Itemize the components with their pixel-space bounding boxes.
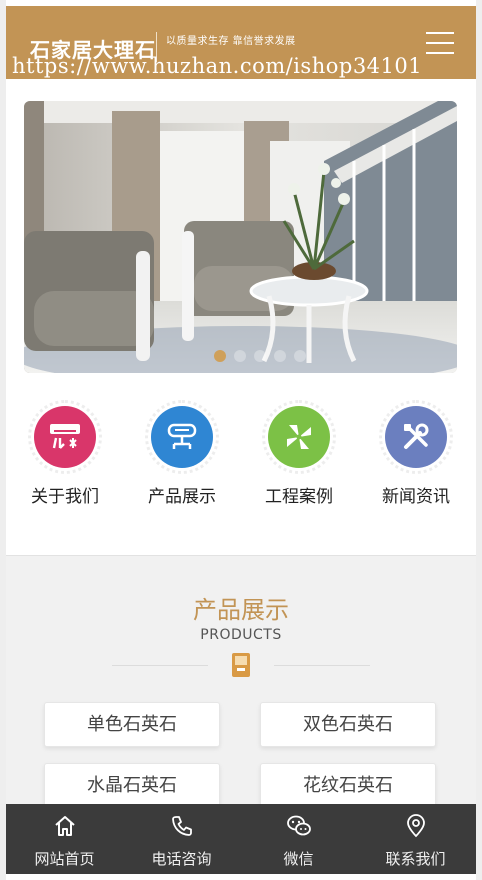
home-icon xyxy=(6,814,123,840)
quick-nav-label: 工程案例 xyxy=(265,487,333,507)
title-line-right xyxy=(274,665,370,666)
title-line-left xyxy=(112,665,208,666)
banner-image xyxy=(24,101,457,373)
slider-dots xyxy=(214,350,306,362)
quick-nav-cases[interactable]: 工程案例 xyxy=(240,400,358,507)
wechat-icon xyxy=(240,814,357,840)
pinwheel-icon xyxy=(262,400,336,474)
location-icon xyxy=(357,814,474,840)
site-slogan: 以质量求生存 靠信誉求发展 xyxy=(166,36,296,47)
slider-dot[interactable] xyxy=(254,350,266,362)
menu-icon[interactable] xyxy=(426,32,454,54)
bottom-nav-label: 联系我们 xyxy=(385,850,446,868)
tools-icon xyxy=(379,400,453,474)
tile-icon xyxy=(231,652,251,682)
watermark-text: https://www.huzhan.com/ishop34101 xyxy=(12,54,423,78)
slider-dot[interactable] xyxy=(294,350,306,362)
page-edge-right xyxy=(476,0,482,880)
phone-icon xyxy=(123,814,240,840)
bottom-nav-label: 网站首页 xyxy=(34,850,95,868)
category-button[interactable]: 单色石英石 xyxy=(44,702,220,747)
products-section: 产品展示 PRODUCTS 单色石英石 双色石英石 水晶石英石 花纹石英石 xyxy=(6,556,476,808)
category-button[interactable]: 花纹石英石 xyxy=(260,763,436,808)
product-stand-icon xyxy=(145,400,219,474)
quick-nav-label: 新闻资讯 xyxy=(382,487,450,507)
slider-dot[interactable] xyxy=(234,350,246,362)
quick-nav-news[interactable]: 新闻资讯 xyxy=(357,400,475,507)
section-title: 产品展示 xyxy=(193,596,289,624)
section-subtitle: PRODUCTS xyxy=(200,627,282,643)
bottom-nav: 网站首页 电话咨询 微信 联系我们 xyxy=(6,804,476,874)
bottom-nav-wechat[interactable]: 微信 xyxy=(240,804,357,874)
bottom-nav-contact[interactable]: 联系我们 xyxy=(357,804,474,874)
quick-nav-about[interactable]: 关于我们 xyxy=(6,400,124,507)
bottom-nav-label: 微信 xyxy=(283,850,314,868)
bottom-nav-phone[interactable]: 电话咨询 xyxy=(123,804,240,874)
category-button[interactable]: 双色石英石 xyxy=(260,702,436,747)
quick-nav: 关于我们 产品展示 工程案例 新闻资讯 xyxy=(6,394,476,555)
quick-nav-label: 关于我们 xyxy=(31,487,99,507)
quick-nav-products[interactable]: 产品展示 xyxy=(123,400,241,507)
aircon-icon xyxy=(28,400,102,474)
bottom-nav-home[interactable]: 网站首页 xyxy=(6,804,123,874)
category-button[interactable]: 水晶石英石 xyxy=(44,763,220,808)
banner-slider[interactable] xyxy=(24,101,457,373)
site-header: 石家居大理石 以质量求生存 靠信誉求发展 https://www.huzhan.… xyxy=(6,6,476,79)
quick-nav-label: 产品展示 xyxy=(148,487,216,507)
slider-dot-active[interactable] xyxy=(214,350,226,362)
slider-dot[interactable] xyxy=(274,350,286,362)
bottom-nav-label: 电话咨询 xyxy=(151,850,212,868)
